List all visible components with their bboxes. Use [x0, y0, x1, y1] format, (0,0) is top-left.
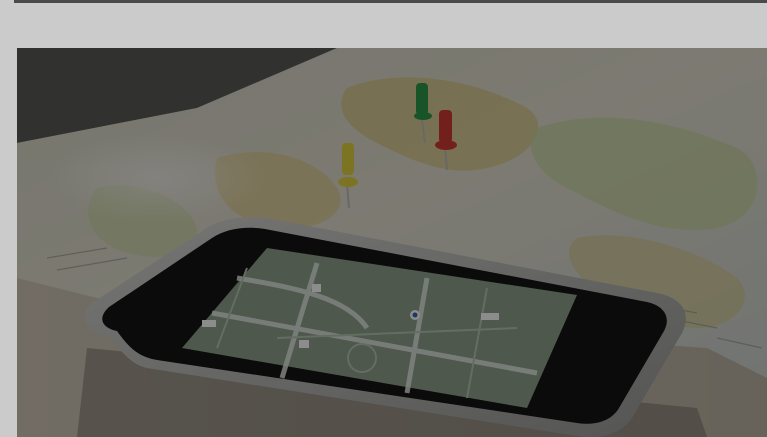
page	[0, 0, 767, 437]
hero-image-card	[17, 48, 767, 437]
image-dim-overlay	[17, 48, 767, 437]
map-phone-illustration	[17, 48, 767, 437]
top-strip	[14, 0, 767, 3]
